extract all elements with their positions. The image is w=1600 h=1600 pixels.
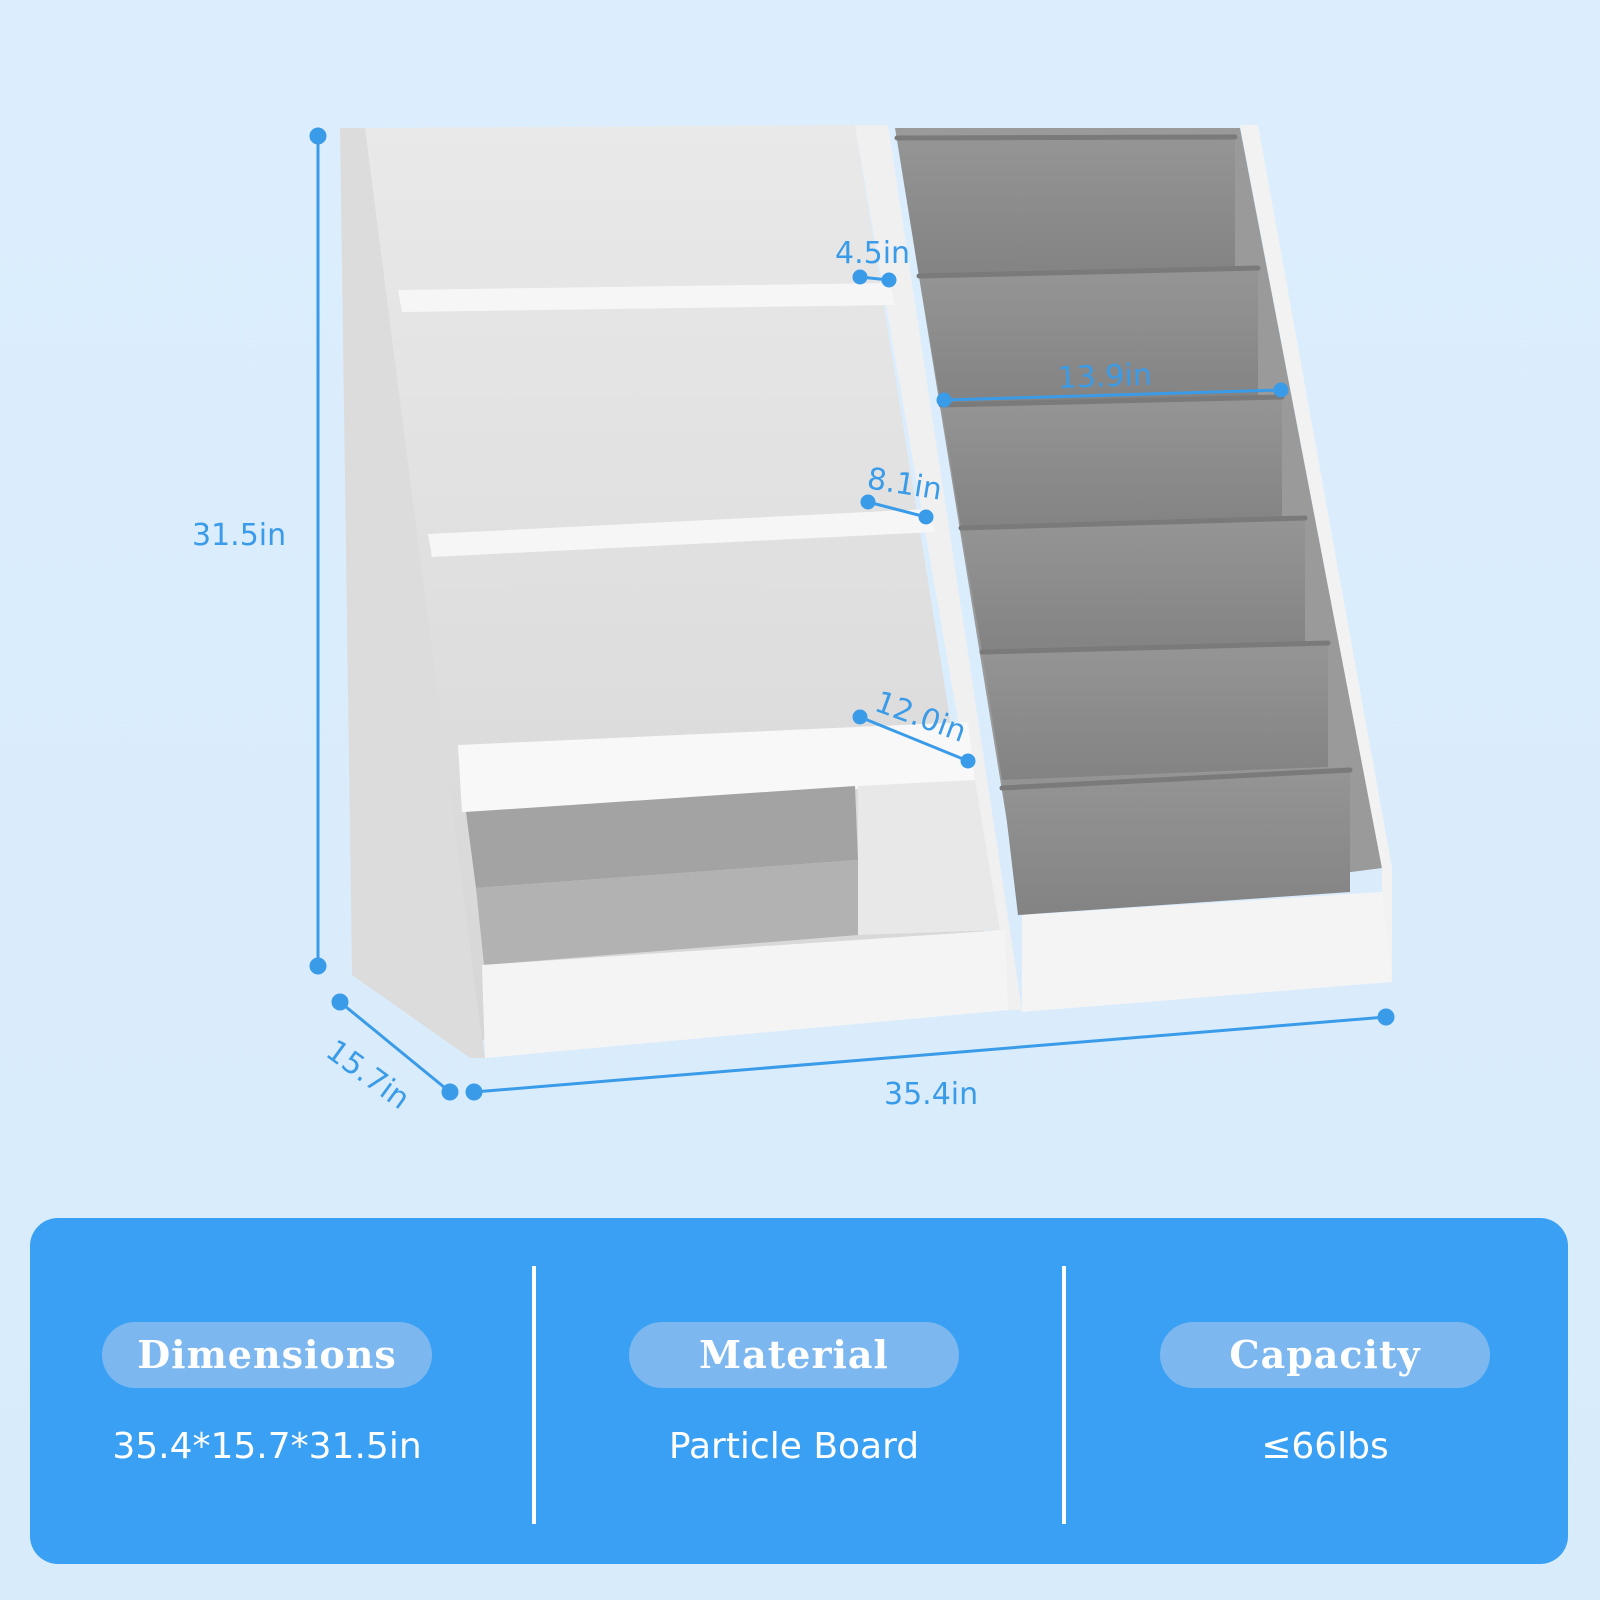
product-info-panel: Dimensions 35.4*15.7*31.5in Material Par… <box>30 1218 1568 1564</box>
sling-width-label: 13.9in <box>1057 358 1152 396</box>
info-divider-2 <box>1062 1266 1066 1524</box>
sling-1 <box>897 137 1235 276</box>
capacity-title: Capacity <box>1160 1322 1490 1388</box>
product-dimension-page: 31.5in 15.7in 35.4in 4.5in 13.9in 8.1in … <box>0 0 1600 1600</box>
sling-4 <box>961 518 1305 652</box>
dimensions-title: Dimensions <box>102 1322 432 1388</box>
info-divider-1 <box>532 1266 536 1524</box>
material-info: Material Particle Board <box>629 1322 959 1467</box>
height-label: 31.5in <box>192 518 286 553</box>
width-label: 35.4in <box>884 1077 978 1112</box>
top-shelf-depth-label: 4.5in <box>835 236 910 271</box>
material-value: Particle Board <box>668 1426 920 1467</box>
capacity-info: Capacity ≤66lbs <box>1160 1322 1490 1467</box>
dimensions-info: Dimensions 35.4*15.7*31.5in <box>102 1322 432 1467</box>
dimensions-value: 35.4*15.7*31.5in <box>112 1426 422 1467</box>
material-title: Material <box>629 1322 959 1388</box>
sling-6 <box>1002 767 1350 915</box>
depth-label: 15.7in <box>319 1033 416 1117</box>
bottom-fabric-bin-side <box>858 780 1000 935</box>
capacity-value: ≤66lbs <box>1261 1426 1389 1467</box>
sling-3 <box>941 397 1282 528</box>
bookshelf-illustration: 31.5in 15.7in 35.4in 4.5in 13.9in 8.1in … <box>192 125 1395 1117</box>
sling-5 <box>982 643 1328 780</box>
